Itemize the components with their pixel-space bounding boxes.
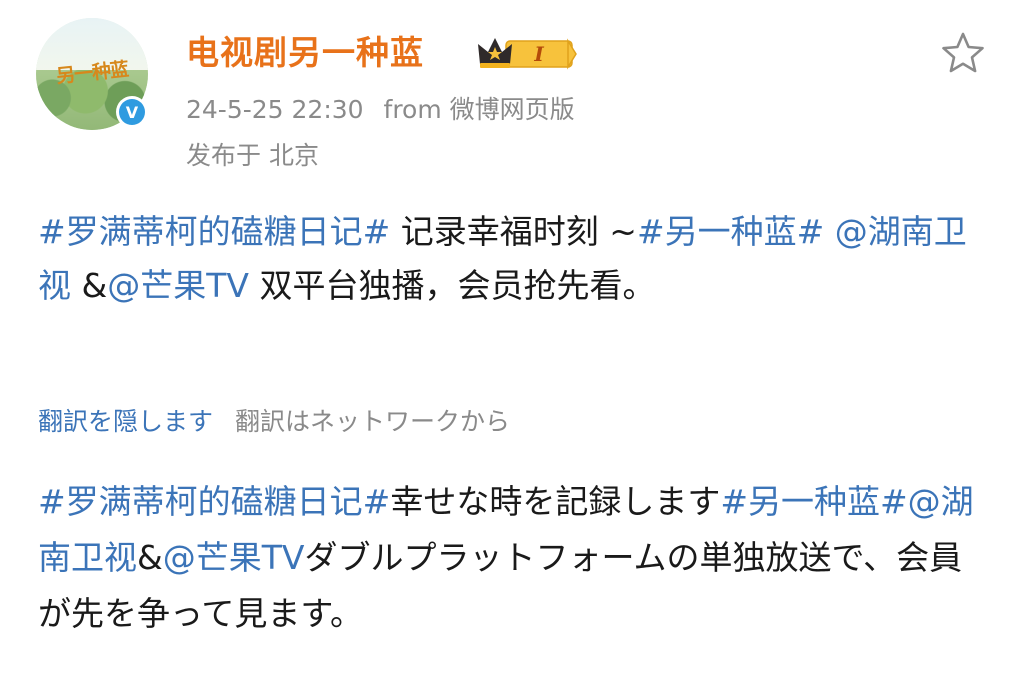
mention-link[interactable]: @芒果TV [107, 266, 249, 305]
crown-icon[interactable]: I [476, 34, 578, 72]
post-text-segment: 记录幸福时刻 ~ [390, 212, 637, 251]
hashtag-link[interactable]: #罗满蒂柯的磕糖日记# [38, 482, 390, 521]
verified-icon: V [116, 96, 148, 128]
location: 发布于 北京 [186, 141, 319, 170]
hide-translation-button[interactable]: 翻訳を隠します [38, 407, 213, 436]
weibo-post: 另一种蓝 V 电视剧另一种蓝 I 24-5-25 22:30 from 微博网页… [0, 0, 1024, 691]
post-text: #罗满蒂柯的磕糖日记# 记录幸福时刻 ~#另一种蓝# @湖南卫视 &@芒果TV … [38, 205, 988, 313]
username[interactable]: 电视剧另一种蓝 [186, 26, 424, 74]
vip-level: I [533, 42, 544, 66]
translation-source-note: 翻訳はネットワークから [234, 407, 510, 436]
star-outline-icon[interactable] [940, 30, 986, 76]
hashtag-link[interactable]: #另一种蓝# [720, 482, 907, 521]
mention-link[interactable]: @芒果TV [163, 538, 305, 577]
post-text-segment: 双平台独播，会员抢先看。 [248, 266, 656, 305]
source[interactable]: from 微博网页版 [384, 95, 575, 124]
translation-bar: 翻訳を隠します 翻訳はネットワークから [38, 402, 510, 438]
translated-text: #罗满蒂柯的磕糖日记#幸せな時を記録します#另一种蓝#@湖南卫视&@芒果TVダブ… [38, 474, 988, 642]
hashtag-link[interactable]: #另一种蓝# [637, 212, 824, 251]
hashtag-link[interactable]: #罗满蒂柯的磕糖日记# [38, 212, 390, 251]
translated-text-segment: & [137, 538, 163, 577]
post-text-segment [824, 212, 835, 251]
timestamp: 24-5-25 22:30 [186, 95, 364, 124]
post-text-segment: & [71, 266, 108, 305]
post-meta: 24-5-25 22:30 from 微博网页版 [186, 90, 587, 126]
verified-mark: V [119, 99, 145, 125]
translated-text-segment: 幸せな時を記録します [390, 482, 721, 521]
